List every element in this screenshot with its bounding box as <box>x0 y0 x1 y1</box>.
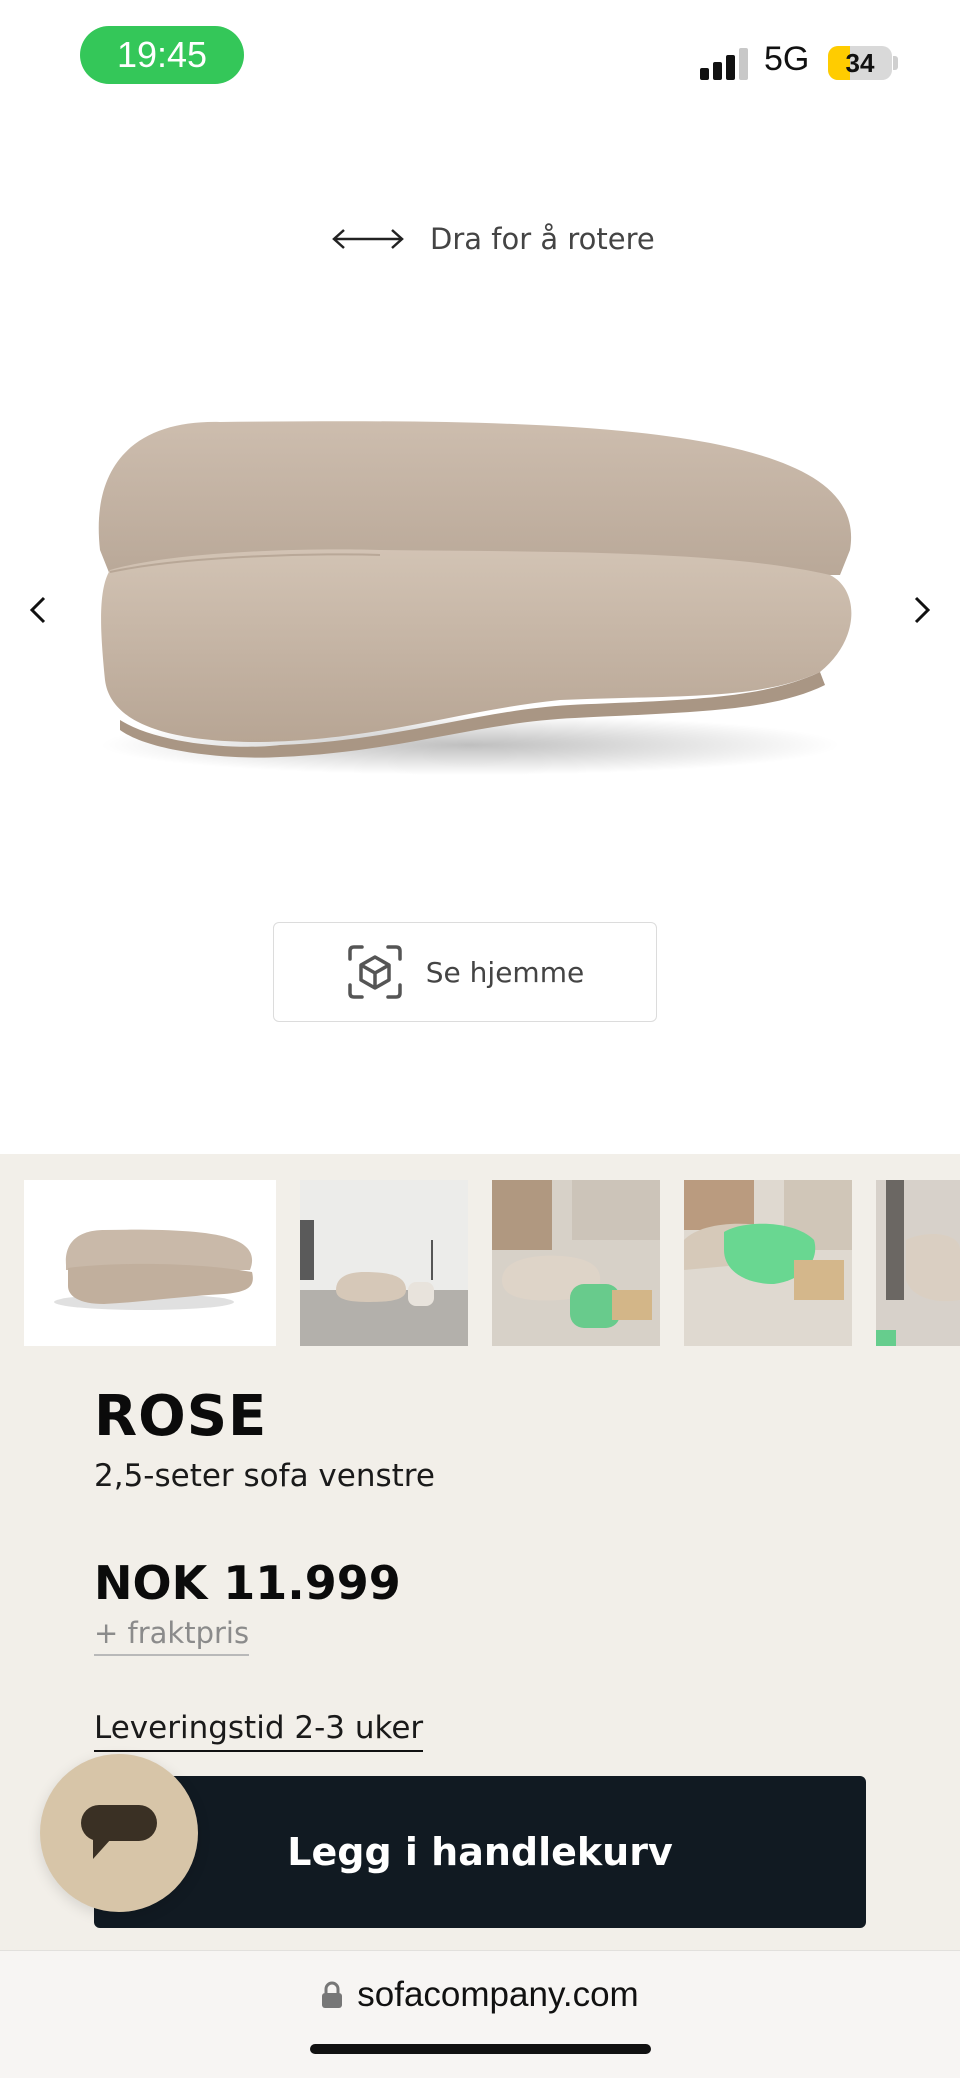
product-price: NOK 11.999 <box>94 1556 401 1610</box>
ar-cube-icon <box>348 945 402 999</box>
shipping-price-link[interactable]: + fraktpris <box>94 1616 250 1656</box>
url-text: sofacompany.com <box>357 1975 639 2014</box>
sofa-thumbnail-image <box>54 1229 253 1310</box>
product-3d-viewer[interactable] <box>80 400 880 800</box>
chat-icon <box>81 1805 157 1859</box>
view-in-home-button[interactable]: Se hjemme <box>273 922 657 1022</box>
network-type: 5G <box>764 40 810 78</box>
gallery-thumbnail-3[interactable] <box>492 1180 660 1346</box>
product-title: ROSE <box>94 1384 268 1449</box>
status-bar: 19:45 5G 34 <box>0 0 960 110</box>
living-room-thumbnail-image <box>684 1180 852 1346</box>
view-in-home-label: Se hjemme <box>425 955 585 989</box>
living-room-thumbnail-image <box>492 1180 660 1346</box>
gallery-thumbnail-5[interactable] <box>876 1180 960 1346</box>
signal-icon <box>700 46 752 80</box>
status-time: 19:45 <box>80 26 244 84</box>
rotate-hint: Dra for å rotere <box>330 222 655 256</box>
add-to-cart-button[interactable]: Legg i handlekurv <box>94 1776 866 1928</box>
living-room-thumbnail-image <box>876 1180 960 1346</box>
gallery-thumbnail-4[interactable] <box>684 1180 852 1346</box>
chevron-right-icon[interactable] <box>902 590 942 630</box>
rotate-hint-label: Dra for å rotere <box>430 222 655 256</box>
product-subtitle: 2,5-seter sofa venstre <box>94 1458 435 1494</box>
home-indicator[interactable] <box>310 2044 651 2054</box>
gallery-thumbnail-2[interactable] <box>300 1180 468 1346</box>
delivery-time-link[interactable]: Leveringstid 2-3 uker <box>94 1710 424 1752</box>
chevron-left-icon[interactable] <box>18 590 58 630</box>
rotate-arrows-icon <box>332 229 404 249</box>
lock-icon <box>322 1981 343 2008</box>
gallery-thumbnail-1[interactable] <box>24 1180 276 1346</box>
browser-address-bar[interactable]: sofacompany.com <box>0 1950 960 2078</box>
battery-level: 34 <box>845 47 875 78</box>
chat-button[interactable] <box>40 1754 198 1912</box>
room-thumbnail-image <box>300 1180 468 1346</box>
battery-icon: 34 <box>828 46 892 80</box>
